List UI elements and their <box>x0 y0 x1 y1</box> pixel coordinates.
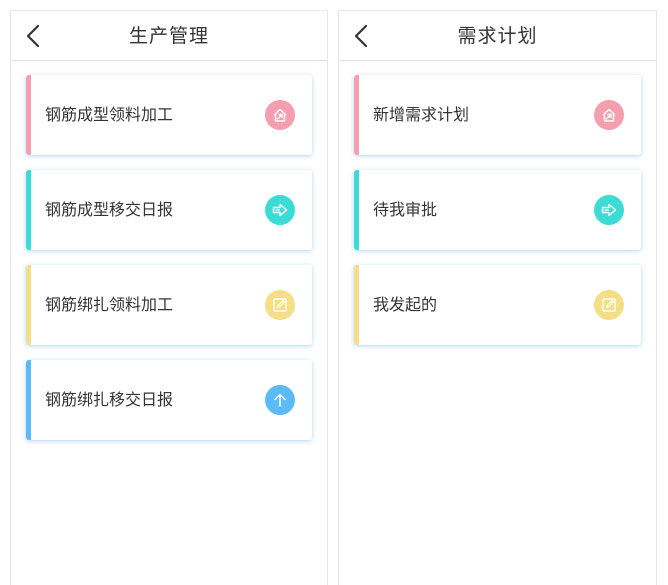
menu-card-label: 钢筋成型领料加工 <box>45 105 174 124</box>
menu-card[interactable]: 我发起的 <box>354 265 641 345</box>
arrow-up-icon <box>265 385 295 415</box>
menu-card[interactable]: 新增需求计划 <box>354 75 641 155</box>
menu-card-label: 钢筋绑扎领料加工 <box>45 295 174 314</box>
menu-card[interactable]: 钢筋成型移交日报 <box>26 170 312 250</box>
menu-list: 钢筋成型领料加工 钢筋成型移交日报 钢筋绑扎领料加工 钢筋绑扎移交日报 <box>26 75 312 455</box>
arrow-right-icon <box>265 195 295 225</box>
menu-card-label: 我发起的 <box>373 295 438 314</box>
menu-card[interactable]: 钢筋成型领料加工 <box>26 75 312 155</box>
menu-card-label: 待我审批 <box>373 200 438 219</box>
page-title: 需求计划 <box>457 25 538 47</box>
menu-list: 新增需求计划 待我审批我发起的 <box>354 75 641 360</box>
menu-card[interactable]: 钢筋绑扎移交日报 <box>26 360 312 440</box>
page-title: 生产管理 <box>128 25 209 47</box>
edit-icon <box>265 290 295 320</box>
header-bar: 需求计划 <box>339 11 656 61</box>
menu-card-label: 钢筋成型移交日报 <box>45 200 174 219</box>
menu-card[interactable]: 钢筋绑扎领料加工 <box>26 265 312 345</box>
house-arrow-icon <box>594 100 624 130</box>
edit-icon <box>594 290 624 320</box>
house-arrow-icon <box>265 100 295 130</box>
menu-card-label: 钢筋绑扎移交日报 <box>45 390 174 409</box>
back-chevron-icon[interactable] <box>23 24 45 48</box>
menu-card[interactable]: 待我审批 <box>354 170 641 250</box>
arrow-right-icon <box>594 195 624 225</box>
demand-plan-screen: 需求计划 新增需求计划 待我审批我发起的 <box>338 10 657 585</box>
menu-card-label: 新增需求计划 <box>373 105 470 124</box>
production-management-screen: 生产管理 钢筋成型领料加工 钢筋成型移交日报 钢筋绑扎领料加工 钢筋绑扎移交日报 <box>10 10 328 585</box>
header-bar: 生产管理 <box>11 11 327 61</box>
back-chevron-icon[interactable] <box>351 24 373 48</box>
